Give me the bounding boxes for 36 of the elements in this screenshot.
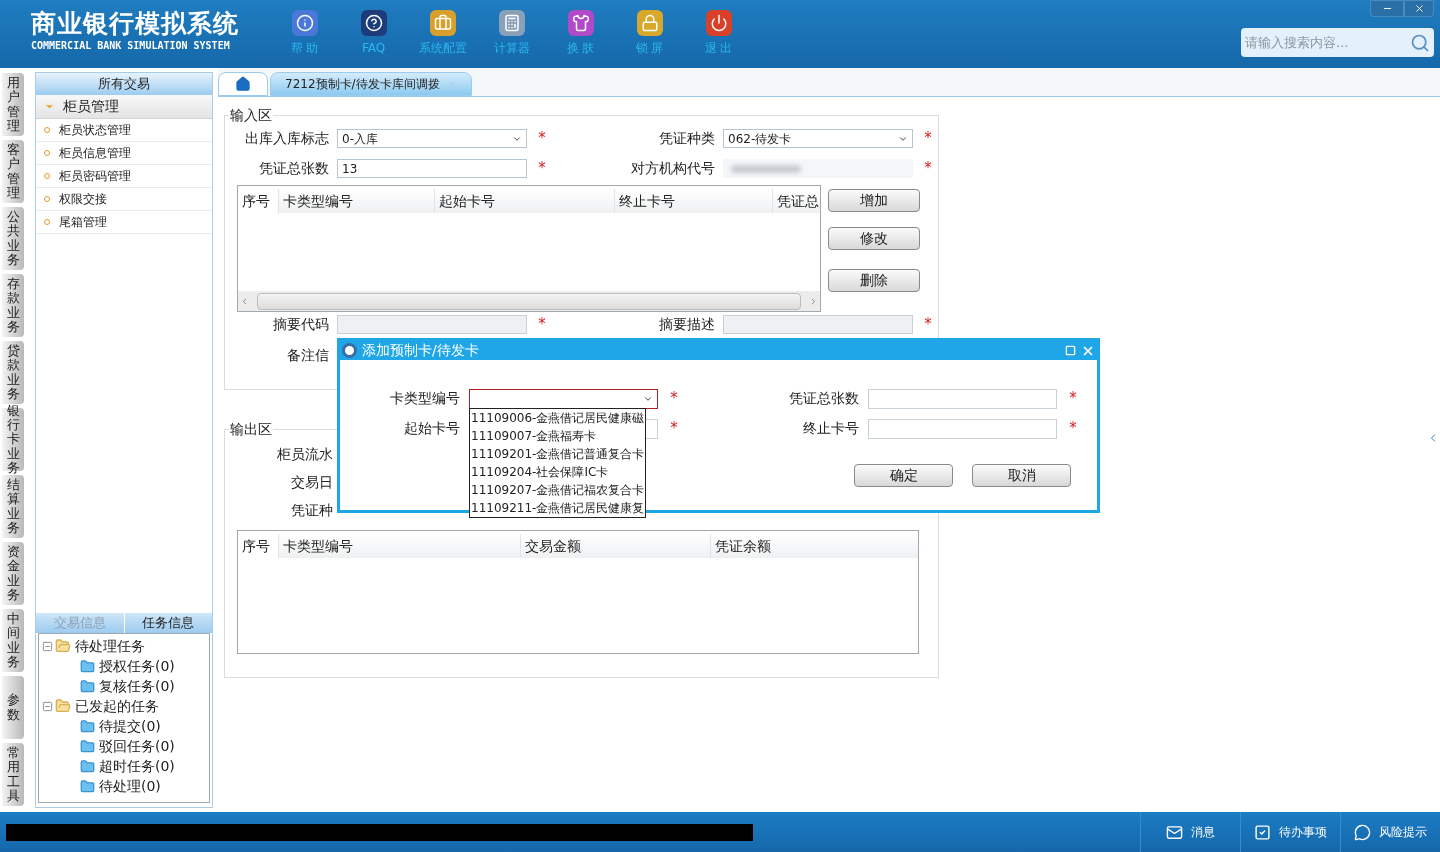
field-label: 对方机构代号 bbox=[630, 159, 715, 178]
app-subtitle: COMMERCIAL BANK SIMULATION SYSTEM bbox=[31, 39, 231, 53]
required-mark: * bbox=[537, 317, 547, 332]
field-label: 凭证种 bbox=[290, 501, 333, 520]
column-header: 起始卡号 bbox=[434, 189, 614, 213]
field-label: 柜员流水 bbox=[276, 445, 333, 464]
column-header: 凭证总 bbox=[772, 189, 820, 213]
panel-header: 所有交易 bbox=[36, 73, 212, 95]
field-label: 交易日 bbox=[290, 473, 333, 492]
column-header: 卡类型编号 bbox=[278, 534, 520, 558]
column-header: 终止卡号 bbox=[614, 189, 772, 213]
field-label: 凭证总张数 bbox=[258, 159, 329, 178]
app-title: 商业银行模拟系统 bbox=[31, 9, 240, 39]
column-header: 凭证余额 bbox=[710, 534, 918, 558]
field-label: 凭证总张数 bbox=[788, 389, 859, 408]
field-label: 卡类型编号 bbox=[389, 389, 460, 408]
field-label: 摘要代码 bbox=[272, 315, 329, 334]
required-mark: * bbox=[537, 131, 547, 146]
field-label: 备注信 bbox=[286, 346, 329, 365]
field-label: 终止卡号 bbox=[802, 419, 859, 438]
required-mark: * bbox=[537, 161, 547, 176]
field-label: 凭证种类 bbox=[658, 129, 715, 148]
required-mark: * bbox=[1068, 391, 1078, 406]
required-mark: * bbox=[923, 317, 933, 332]
dialog-title: 添加预制卡/待发卡 bbox=[362, 341, 479, 360]
required-mark: * bbox=[1068, 421, 1078, 436]
field-label: 出库入库标志 bbox=[244, 129, 329, 148]
required-mark: * bbox=[923, 131, 933, 146]
section-title: 输入区 bbox=[229, 105, 273, 126]
column-header: 交易金额 bbox=[520, 534, 710, 558]
required-mark: * bbox=[669, 391, 679, 406]
required-mark: * bbox=[923, 161, 933, 176]
field-label: 起始卡号 bbox=[403, 419, 460, 438]
required-mark: * bbox=[669, 421, 679, 436]
field-label: 摘要描述 bbox=[658, 315, 715, 334]
column-header: 卡类型编号 bbox=[278, 189, 434, 213]
